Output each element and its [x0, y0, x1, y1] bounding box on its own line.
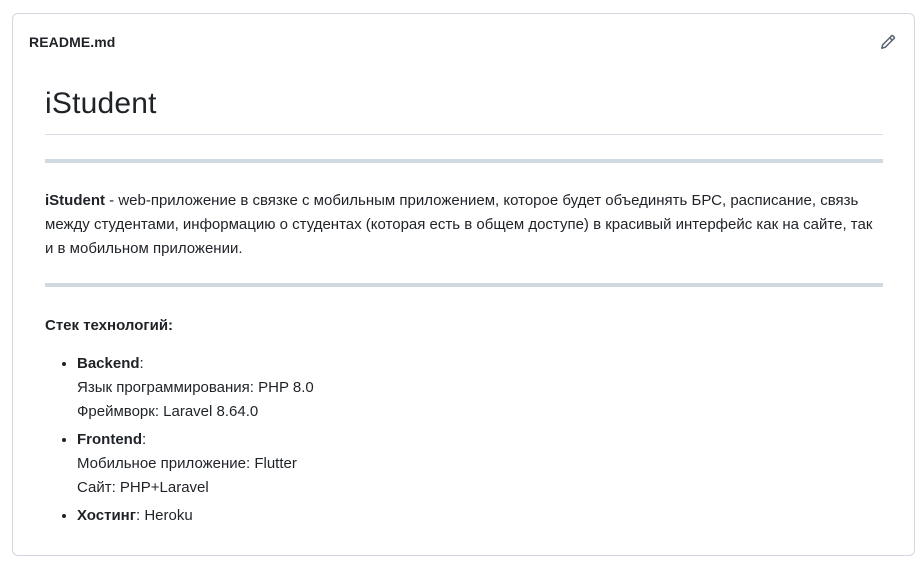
stack-item-name: Backend	[77, 355, 140, 372]
readme-title: iStudent	[45, 78, 883, 135]
list-item-frontend: Frontend: Мобильное приложение: Flutter …	[77, 428, 883, 500]
stack-item-line: Язык программирования: PHP 8.0	[77, 379, 314, 396]
stack-item-line: Фреймворк: Laravel 8.64.0	[77, 403, 259, 420]
horizontal-rule	[45, 283, 883, 287]
readme-filename[interactable]: README.md	[29, 34, 115, 50]
intro-paragraph: iStudent - web-приложение в связке с моб…	[45, 189, 883, 261]
stack-item-suffix: :	[142, 431, 147, 448]
horizontal-rule	[45, 159, 883, 163]
stack-item-name: Frontend	[77, 431, 142, 448]
stack-heading: Стек технологий:	[45, 317, 174, 334]
readme-content: iStudent iStudent - web-приложение в свя…	[45, 78, 883, 532]
edit-file-button[interactable]	[878, 32, 898, 52]
stack-list: Backend: Язык программирования: PHP 8.0 …	[45, 352, 883, 528]
list-item-backend: Backend: Язык программирования: PHP 8.0 …	[77, 352, 883, 424]
intro-bold-term: iStudent	[45, 192, 105, 209]
stack-item-name: Хостинг	[77, 507, 136, 524]
stack-item-line: Сайт: PHP+Laravel	[77, 479, 209, 496]
pencil-icon	[880, 34, 896, 50]
stack-item-suffix: : Heroku	[136, 507, 193, 524]
stack-item-line: Мобильное приложение: Flutter	[77, 455, 297, 472]
stack-item-suffix: :	[139, 355, 144, 372]
readme-container: README.md iStudent iStudent - web-прилож…	[12, 13, 915, 556]
readme-header: README.md	[13, 14, 914, 70]
intro-text: - web-приложение в связке с мобильным пр…	[45, 192, 873, 257]
list-item-hosting: Хостинг: Heroku	[77, 504, 883, 528]
